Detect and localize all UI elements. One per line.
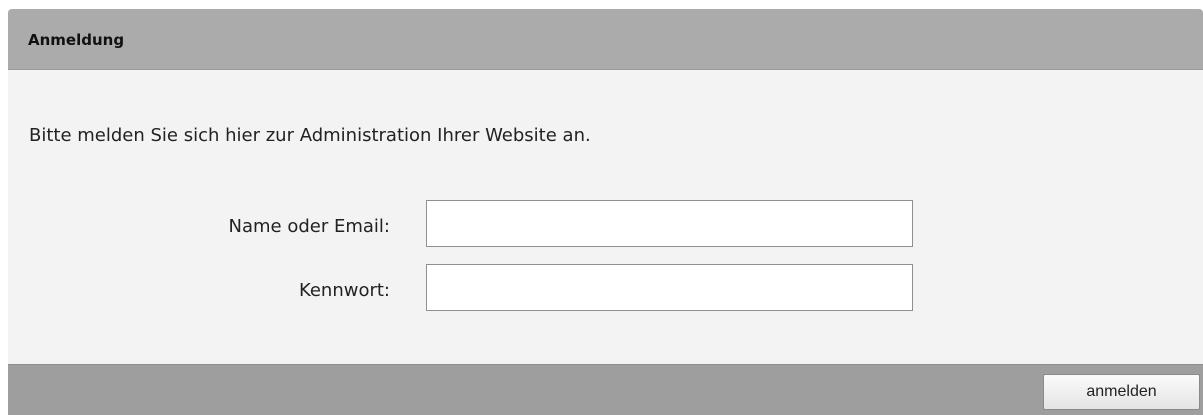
panel-footer: anmelden (8, 364, 1203, 415)
password-field[interactable] (426, 264, 913, 311)
login-panel: Anmeldung Bitte melden Sie sich hier zur… (8, 9, 1203, 415)
intro-text: Bitte melden Sie sich hier zur Administr… (29, 125, 591, 146)
name-or-email-label: Name oder Email: (228, 216, 390, 237)
panel-title: Anmeldung (28, 31, 125, 49)
password-label: Kennwort: (298, 280, 390, 301)
panel-header: Anmeldung (8, 9, 1203, 70)
name-or-email-field[interactable] (426, 200, 913, 247)
login-button[interactable]: anmelden (1043, 374, 1200, 410)
